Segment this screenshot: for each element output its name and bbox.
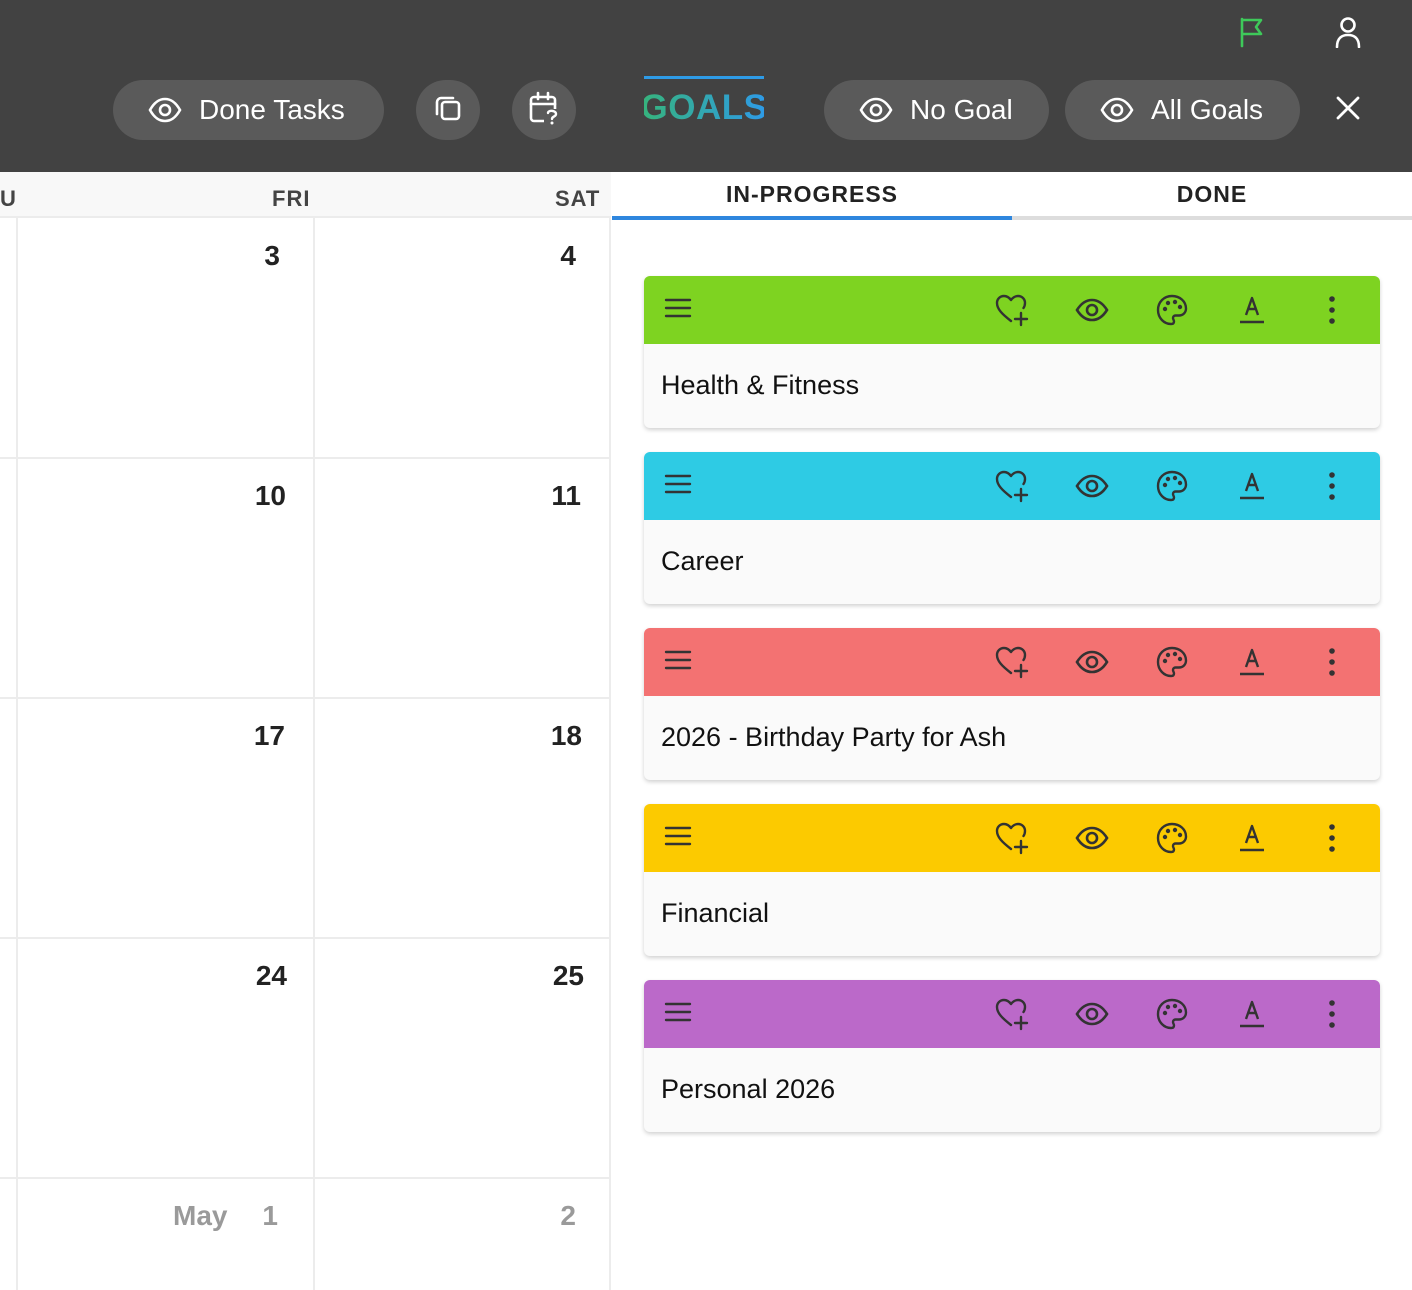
day-cell-fri[interactable]: 1	[158, 1200, 278, 1232]
weekday-fri: FRI	[272, 186, 311, 211]
eye-icon[interactable]	[1072, 642, 1112, 682]
goals-panel: IN-PROGRESS DONE Health & Fitness Career…	[612, 172, 1412, 1290]
eye-icon	[859, 93, 893, 127]
calendar-gridline	[16, 218, 18, 1290]
palette-icon[interactable]	[1152, 290, 1192, 330]
close-icon	[1335, 95, 1361, 126]
close-button[interactable]	[1326, 88, 1370, 132]
eye-icon[interactable]	[1072, 994, 1112, 1034]
goal-card-header	[644, 980, 1380, 1048]
calendar-gridline	[0, 1177, 611, 1179]
copy-button[interactable]	[416, 80, 480, 140]
all-goals-label: All Goals	[1151, 94, 1264, 125]
font-color-icon[interactable]	[1232, 818, 1272, 858]
goal-title: Personal 2026	[661, 1074, 836, 1104]
palette-icon[interactable]	[1152, 818, 1192, 858]
tab-done[interactable]: DONE	[1012, 172, 1412, 220]
heart-plus-icon[interactable]	[992, 818, 1032, 858]
goal-card[interactable]: 2026 - Birthday Party for Ash	[644, 628, 1380, 780]
calendar-button[interactable]	[512, 80, 576, 140]
more-vert-icon[interactable]	[1312, 466, 1352, 506]
done-tasks-toggle[interactable]: Done Tasks	[113, 80, 384, 140]
drag-handle-icon[interactable]	[658, 640, 698, 680]
day-cell-sat[interactable]: 4	[456, 240, 576, 272]
eye-icon[interactable]	[1072, 290, 1112, 330]
day-cell-fri[interactable]: 24	[167, 960, 287, 992]
font-color-icon[interactable]	[1232, 466, 1272, 506]
user-icon[interactable]	[1326, 10, 1370, 54]
day-cell-fri[interactable]: 17	[165, 720, 285, 752]
day-cell-fri[interactable]: 3	[160, 240, 280, 272]
calendar-gridline	[0, 457, 611, 459]
heart-plus-icon[interactable]	[992, 466, 1032, 506]
drag-handle-icon[interactable]	[658, 464, 698, 504]
day-cell-fri[interactable]: 10	[166, 480, 286, 512]
font-color-icon[interactable]	[1232, 642, 1272, 682]
goal-title: 2026 - Birthday Party for Ash	[661, 722, 1007, 752]
eye-icon	[1100, 93, 1134, 127]
eye-icon[interactable]	[1072, 818, 1112, 858]
top-toolbar: Done Tasks GOALS No Goal All Goals	[0, 0, 1412, 172]
goal-title: Career	[661, 546, 744, 576]
goal-card[interactable]: Personal 2026	[644, 980, 1380, 1132]
heart-plus-icon[interactable]	[992, 290, 1032, 330]
calendar-question-icon	[528, 91, 560, 130]
page-title: GOALS	[641, 76, 767, 140]
goal-card[interactable]: Career	[644, 452, 1380, 604]
drag-handle-icon[interactable]	[658, 816, 698, 856]
goal-title: Health & Fitness	[661, 370, 860, 400]
copy-icon	[433, 93, 463, 128]
palette-icon[interactable]	[1152, 466, 1192, 506]
day-cell-sat[interactable]: 2	[456, 1200, 576, 1232]
goal-card[interactable]: Health & Fitness	[644, 276, 1380, 428]
goal-card-header	[644, 804, 1380, 872]
more-vert-icon[interactable]	[1312, 642, 1352, 682]
goal-card-header	[644, 628, 1380, 696]
palette-icon[interactable]	[1152, 642, 1192, 682]
font-color-icon[interactable]	[1232, 994, 1272, 1034]
goal-card-header	[644, 276, 1380, 344]
goal-card-header	[644, 452, 1380, 520]
more-vert-icon[interactable]	[1312, 818, 1352, 858]
goal-title: Financial	[661, 898, 770, 928]
more-vert-icon[interactable]	[1312, 994, 1352, 1034]
no-goal-label: No Goal	[910, 94, 1013, 125]
calendar-gridline	[0, 697, 611, 699]
tab-in-progress[interactable]: IN-PROGRESS	[612, 172, 1012, 220]
more-vert-icon[interactable]	[1312, 290, 1352, 330]
no-goal-toggle[interactable]: No Goal	[824, 80, 1049, 140]
day-cell-sat[interactable]: 11	[461, 480, 581, 512]
drag-handle-icon[interactable]	[658, 992, 698, 1032]
heart-plus-icon[interactable]	[992, 642, 1032, 682]
palette-icon[interactable]	[1152, 994, 1192, 1034]
eye-icon[interactable]	[1072, 466, 1112, 506]
heart-plus-icon[interactable]	[992, 994, 1032, 1034]
month-calendar: U FRI SAT 3 4 10 11 17 18 24 25 May 1 2	[0, 172, 611, 1290]
weekday-thu-partial: U	[0, 186, 17, 211]
all-goals-toggle[interactable]: All Goals	[1065, 80, 1300, 140]
calendar-gridline	[0, 937, 611, 939]
done-tasks-label: Done Tasks	[199, 94, 345, 125]
day-cell-sat[interactable]: 18	[462, 720, 582, 752]
font-color-icon[interactable]	[1232, 290, 1272, 330]
flag-icon[interactable]	[1230, 10, 1274, 54]
drag-handle-icon[interactable]	[658, 288, 698, 328]
eye-icon	[148, 93, 182, 127]
goal-card[interactable]: Financial	[644, 804, 1380, 956]
day-cell-sat[interactable]: 25	[464, 960, 584, 992]
calendar-weekday-header: U FRI SAT	[0, 172, 611, 218]
weekday-sat: SAT	[555, 186, 601, 211]
calendar-gridline	[313, 218, 315, 1290]
